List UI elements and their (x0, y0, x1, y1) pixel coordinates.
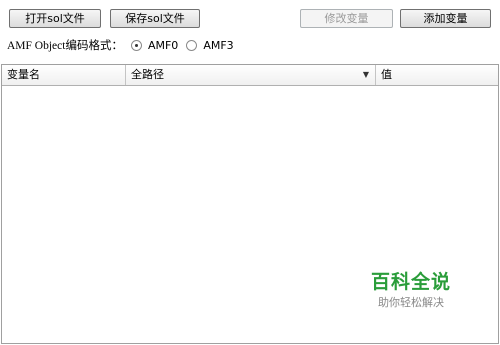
watermark: 百科全说 助你轻松解决 (366, 270, 456, 310)
column-header-variable-name[interactable]: 变量名 (2, 65, 126, 85)
watermark-subtitle: 助你轻松解决 (378, 296, 444, 309)
radio-amf0-indicator[interactable] (130, 39, 142, 51)
encoding-format-row: AMF Object编码格式： AMF0 AMF3 (7, 37, 234, 53)
column-header-value[interactable]: 值 (376, 65, 498, 85)
column-header-variable-name-label: 变量名 (7, 68, 40, 81)
radio-amf3-indicator[interactable] (186, 39, 198, 51)
table-header: 变量名 全路径 ▼ 值 (2, 65, 498, 86)
sort-down-icon[interactable]: ▼ (363, 65, 369, 85)
radio-amf0-label: AMF0 (147, 38, 179, 52)
radio-amf0[interactable]: AMF0 (130, 38, 179, 52)
radio-amf3[interactable]: AMF3 (186, 38, 234, 52)
radio-amf3-label: AMF3 (203, 38, 234, 52)
modify-variable-button[interactable]: 修改变量 (300, 9, 393, 28)
watermark-title: 百科全说 (370, 271, 451, 293)
add-variable-button[interactable]: 添加变量 (400, 9, 491, 28)
encoding-format-label: AMF Object编码格式： (7, 40, 123, 52)
column-header-value-label: 值 (381, 68, 392, 81)
column-header-full-path[interactable]: 全路径 ▼ (126, 65, 376, 85)
save-sol-file-button[interactable]: 保存sol文件 (110, 9, 200, 28)
open-sol-file-button[interactable]: 打开sol文件 (9, 9, 101, 28)
column-header-full-path-label: 全路径 (131, 68, 164, 81)
